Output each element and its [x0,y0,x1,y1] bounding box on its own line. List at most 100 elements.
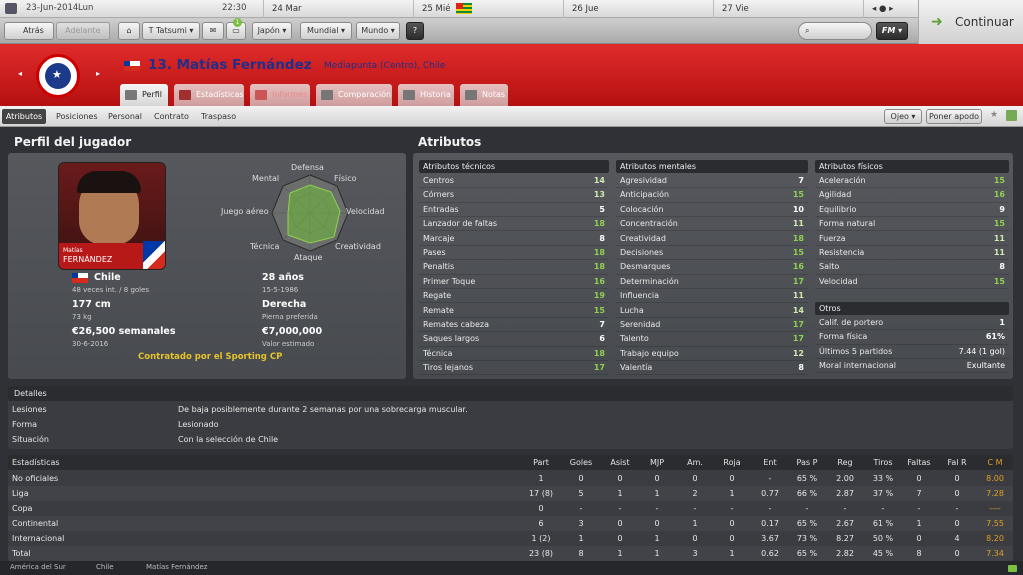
calendar-day-24[interactable]: 24 Mar [263,0,413,18]
scout-button[interactable]: Ojeo ▾ [884,109,922,124]
attribute-row[interactable]: Desmarques 16 [616,260,808,275]
attribute-row[interactable]: Remate 15 [419,304,609,318]
attribute-row[interactable]: Centros 14 [419,174,609,189]
tab-perfil[interactable]: Perfil [120,84,168,106]
manager-menu[interactable]: T Tatsumi ▾ [142,22,200,40]
attribute-row[interactable]: Anticipación 15 [616,188,808,203]
attribute-row[interactable]: Forma física 61% [815,330,1009,345]
mail-button[interactable]: ✉ [202,22,224,40]
stats-row[interactable]: Continental 6 3 0 0 1 0 0.17 65 % 2.67 61 % 1 0 7.55 [8,516,1013,531]
attribute-row[interactable]: Aceleración 15 [815,174,1009,189]
attribute-row[interactable]: Talento 17 [616,332,808,347]
subtab-personal[interactable]: Personal [108,106,142,127]
attribute-row[interactable]: Creatividad 18 [616,232,808,246]
attribute-row[interactable]: Agilidad 16 [815,188,1009,203]
stats-column-header[interactable]: C M [975,458,1015,467]
attribute-row[interactable]: Últimos 5 partidos 7.44 (1 gol) [815,345,1009,360]
attribute-row[interactable]: Salto 8 [815,260,1009,275]
tab-estadisticas[interactable]: Estadísticas [174,84,244,106]
stats-row[interactable]: No oficiales 1 0 0 0 0 0 - 65 % 2.00 33 % 0 0 8.00 [8,471,1013,486]
attribute-row[interactable]: Fuerza 11 [815,232,1009,246]
stats-column-header[interactable]: Part [521,458,561,467]
subtab-posiciones[interactable]: Posiciones [56,106,98,127]
attribute-row[interactable]: Pases 18 [419,246,609,261]
stats-column-header[interactable]: Roja [712,458,752,467]
back-button[interactable]: Atrás [4,22,54,40]
tab-comparacion[interactable]: Comparación [316,84,392,106]
calendar-day-26[interactable]: 26 Jue [563,0,713,18]
subtab-traspaso[interactable]: Traspaso [201,106,236,127]
japan-menu[interactable]: Japón ▾ [252,22,292,40]
stats-column-header[interactable]: Am. [675,458,715,467]
subtab-contrato[interactable]: Contrato [154,106,189,127]
stats-column-header[interactable]: MJP [637,458,677,467]
nickname-button[interactable]: Poner apodo [926,109,982,124]
stats-column-header[interactable]: Fal R [937,458,977,467]
star-icon[interactable]: ★ [990,110,998,120]
calendar-nav[interactable]: ◂ ● ▸ [863,0,918,18]
tab-historia[interactable]: Historia [398,84,454,106]
attribute-row[interactable]: Técnica 18 [419,347,609,362]
breadcrumb-continent[interactable]: América del Sur [10,563,66,571]
stats-row[interactable]: Total 23 (8) 8 1 1 3 1 0.62 65 % 2.82 45 % 8 0 7.34 [8,546,1013,561]
stats-column-header[interactable]: Asist [600,458,640,467]
stats-row[interactable]: Liga 17 (8) 5 1 1 2 1 0.77 66 % 2.87 37 % 7 0 7.28 [8,486,1013,501]
calendar-day-25[interactable]: 25 Mié [413,0,563,18]
attribute-row[interactable]: Influencia 11 [616,289,808,304]
edit-icon[interactable] [1006,110,1017,121]
attribute-row[interactable]: Primer Toque 16 [419,275,609,290]
stats-column-header[interactable]: Goles [561,458,601,467]
attribute-row[interactable]: Valentía 8 [616,361,808,376]
breadcrumb-nation[interactable]: Chile [96,563,114,571]
attribute-row[interactable]: Penaltis 18 [419,260,609,275]
previous-arrow-icon[interactable]: ◂ [18,69,22,78]
continue-button[interactable]: ➜ Continuar [918,0,1023,44]
attribute-row[interactable]: Resistencia 11 [815,246,1009,261]
stats-column-header[interactable]: Tiros [863,458,903,467]
next-arrow-icon[interactable]: ▸ [96,69,100,78]
attribute-row[interactable]: Trabajo equipo 12 [616,347,808,362]
status-icon[interactable] [1008,565,1017,572]
world-menu[interactable]: Mundo ▾ [356,22,400,40]
attribute-row[interactable]: Colocación 10 [616,203,808,218]
attribute-row[interactable]: Agresividad 7 [616,174,808,189]
attribute-row[interactable]: Calif. de portero 1 [815,316,1009,331]
attribute-row[interactable]: Regate 19 [419,289,609,304]
subtab-atributos[interactable]: Atributos [2,109,46,124]
attribute-row[interactable]: Forma natural 15 [815,217,1009,232]
stats-row[interactable]: Copa 0- - - - - - - - - - - ---- [8,501,1013,516]
fm-menu-button[interactable]: FM ▾ [876,22,908,40]
calendar-icon[interactable] [5,3,17,14]
search-input[interactable]: ⌕ [798,22,872,40]
attribute-row[interactable]: Serenidad 17 [616,318,808,333]
stats-column-header[interactable]: Ent [750,458,790,467]
attribute-row[interactable]: Tiros lejanos 17 [419,361,609,376]
stats-column-header[interactable]: Reg [825,458,865,467]
breadcrumb-player[interactable]: Matías Fernández [146,563,207,571]
stats-row[interactable]: Internacional 1 (2) 1 0 1 0 0 3.67 73 % 8.27 50 % 0… [8,531,1013,546]
attribute-row[interactable]: Velocidad 15 [815,275,1009,290]
attribute-row[interactable]: Decisiones 15 [616,246,808,261]
tab-notas[interactable]: Notas [460,84,508,106]
attribute-row[interactable]: Entradas 5 [419,203,609,218]
tab-informes[interactable]: Informes [250,84,310,106]
attribute-row[interactable]: Lanzador de faltas 18 [419,217,609,232]
nation[interactable]: Chile [94,272,121,283]
home-button[interactable]: ⌂ [118,22,140,40]
world-cup-menu[interactable]: Mundial ▾ [300,22,352,40]
attribute-row[interactable]: Córners 13 [419,188,609,203]
attribute-row[interactable]: Lucha 14 [616,304,808,318]
forward-button[interactable]: Adelante [56,22,110,40]
stats-column-header[interactable]: Faltas [899,458,939,467]
stats-column-header[interactable]: Pas P [787,458,827,467]
attribute-row[interactable]: Determinación 17 [616,275,808,290]
help-button[interactable]: ? [406,22,424,40]
attribute-row[interactable]: Remates cabeza 7 [419,318,609,333]
calendar-day-27[interactable]: 27 Vie [713,0,863,18]
loan-status[interactable]: Contratado por el Sporting CP [138,352,282,362]
attribute-row[interactable]: Equilibrio 9 [815,203,1009,218]
attribute-row[interactable]: Marcaje 8 [419,232,609,246]
attribute-row[interactable]: Moral internacional Exultante [815,359,1009,374]
attribute-row[interactable]: Saques largos 6 [419,332,609,347]
attribute-row[interactable]: Concentración 11 [616,217,808,232]
